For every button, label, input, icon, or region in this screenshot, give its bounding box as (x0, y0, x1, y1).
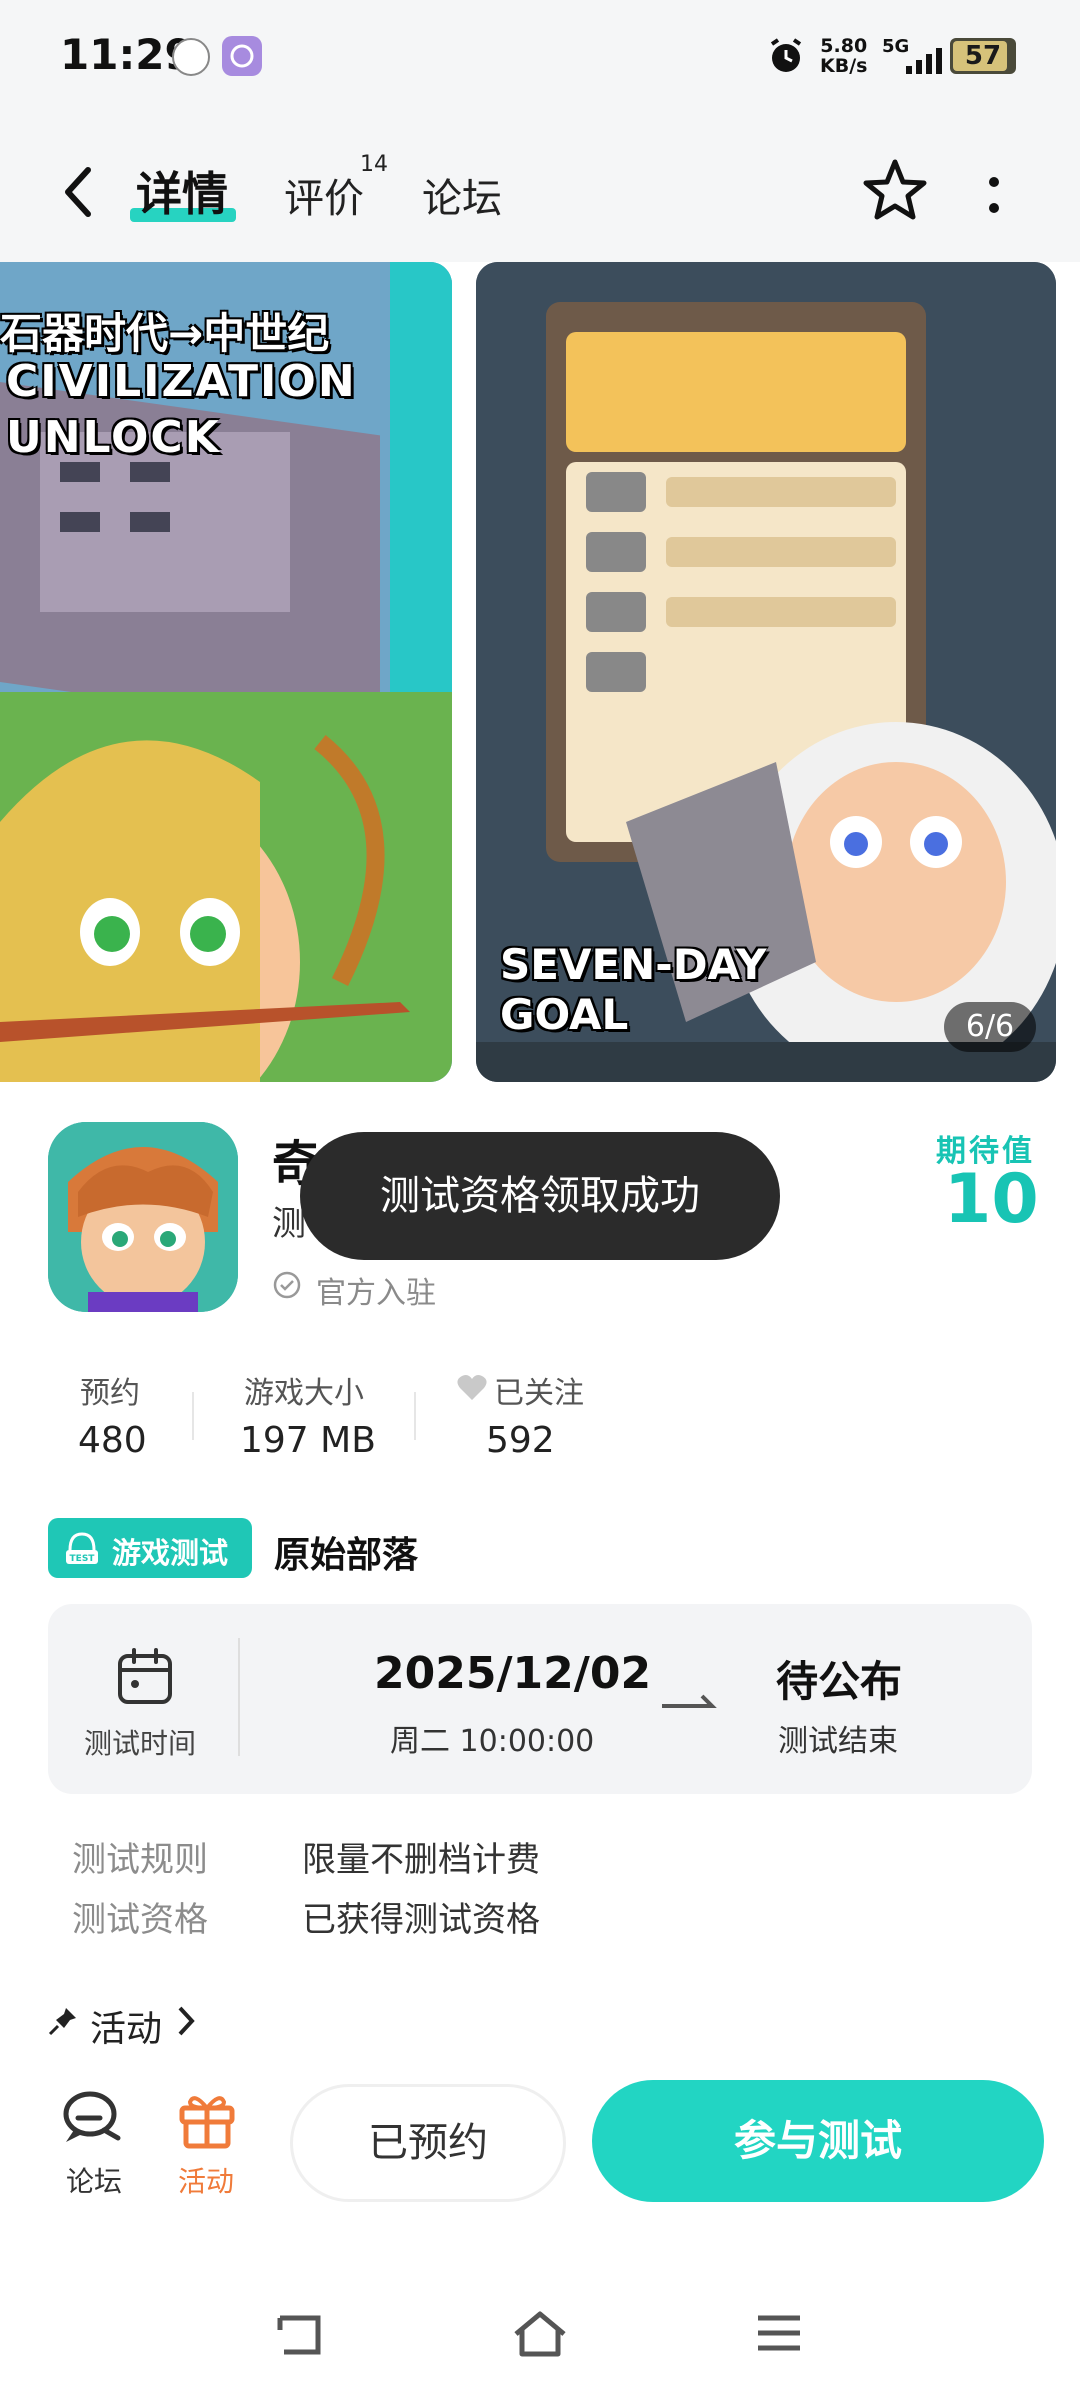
rule-label: 测试规则 (72, 1840, 208, 1880)
expect-value: 10 (944, 1160, 1039, 1239)
gallery-counter: 6/6 (944, 1002, 1036, 1052)
alarm-icon (770, 38, 802, 72)
review-count: 14 (360, 152, 388, 177)
stat-followers-value: 592 (486, 1420, 555, 1461)
net-speed: 5.80 KB/s (820, 36, 867, 76)
pin-icon (48, 2008, 76, 2036)
system-menu-icon[interactable] (754, 2310, 804, 2356)
stat-followers-label: 已关注 (494, 1376, 584, 1411)
test-time-label: 测试时间 (84, 1727, 197, 1760)
join-test-button[interactable]: 参与测试 (592, 2080, 1044, 2202)
chevron-right-icon[interactable] (176, 2004, 198, 2038)
activity-tab-label[interactable]: 活动 (178, 2160, 234, 2200)
test-start-day: 周二 10:00:00 (390, 1724, 595, 1759)
screenshot-1-caption-en-1: CIVILIZATION (6, 356, 357, 407)
stat-divider (414, 1392, 416, 1440)
status-bar: 11:29 5.80 KB/s 5G 57 (0, 0, 1080, 110)
test-badge-icon: TEST (66, 1532, 98, 1564)
stat-reservations-value: 480 (78, 1420, 147, 1461)
test-time-card: 测试时间 2025/12/02 周二 10:00:00 待公布 测试结束 (48, 1604, 1032, 1794)
stat-reservations-label: 预约 (80, 1376, 140, 1411)
screenshot-1-caption-cn: 石器时代→中世纪 (0, 309, 330, 358)
qualification-value: 已获得测试资格 (302, 1900, 540, 1940)
reserved-button[interactable]: 已预约 (290, 2084, 566, 2202)
test-end-label: 测试结束 (778, 1724, 898, 1759)
signal-icon (906, 48, 942, 74)
test-start-date: 2025/12/02 (374, 1648, 652, 1699)
verified-label: 官方入驻 (316, 1276, 436, 1311)
app-icon (48, 1122, 238, 1312)
stat-size-label: 游戏大小 (244, 1376, 364, 1411)
test-name: 原始部落 (274, 1535, 419, 1576)
net-speed-unit: KB/s (820, 55, 868, 77)
tab-forum[interactable]: 论坛 (422, 166, 502, 224)
tab-detail[interactable]: 详情 (136, 158, 228, 224)
card-divider (238, 1638, 240, 1756)
test-end-title: 待公布 (776, 1657, 903, 1706)
rule-value: 限量不删档计费 (302, 1840, 540, 1880)
stat-divider (192, 1392, 194, 1440)
system-back-icon[interactable] (270, 2310, 326, 2360)
back-icon[interactable] (56, 162, 100, 222)
app-notification-icon (172, 38, 210, 76)
toast-message: 测试资格领取成功 (300, 1132, 780, 1260)
battery-level: 57 (964, 41, 1002, 71)
svg-text:TEST: TEST (70, 1554, 96, 1564)
verified-check-icon (273, 1271, 301, 1299)
star-outline-icon[interactable] (860, 156, 930, 226)
heart-icon (457, 1375, 487, 1400)
screenshot-2-caption-en-2: GOAL (500, 990, 629, 1039)
screenshot-1-caption-en-2: UNLOCK (6, 412, 221, 463)
screenshot-2-caption-en-1: SEVEN-DAY (500, 940, 767, 989)
calendar-icon (118, 1648, 172, 1704)
game-test-badge: TEST 游戏测试 (48, 1518, 252, 1578)
forum-label[interactable]: 论坛 (66, 2160, 122, 2200)
test-badge-label: 游戏测试 (112, 1536, 229, 1570)
qualification-label: 测试资格 (72, 1900, 208, 1940)
activity-link[interactable]: 活动 (90, 2000, 162, 2052)
more-vertical-icon[interactable] (974, 168, 1014, 224)
stat-size-value: 197 MB (240, 1420, 376, 1461)
tab-review[interactable]: 评价 (284, 166, 364, 224)
app-notification-icon-2 (222, 36, 262, 76)
net-speed-value: 5.80 (820, 35, 868, 57)
gift-icon[interactable] (176, 2088, 238, 2150)
forum-icon[interactable] (60, 2088, 126, 2150)
battery-icon: 57 (950, 38, 1016, 74)
arrow-right-icon (662, 1694, 717, 1708)
system-home-icon[interactable] (510, 2308, 570, 2362)
